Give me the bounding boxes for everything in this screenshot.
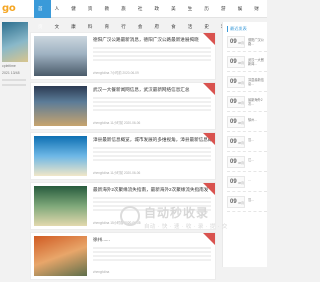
nav-item[interactable]: 社会 [134,0,151,29]
recent-post-item[interactable]: 09 06月 汉... [227,135,267,152]
article-thumbnail[interactable] [34,186,87,226]
date-day: 09 [230,99,237,105]
date-day: 09 [230,179,237,185]
recent-post-item[interactable]: 09 06月 武汉一大餐新闻... [227,55,267,72]
nav-item[interactable]: 首页 [34,0,51,29]
nav-item[interactable]: 财产 [250,0,267,29]
article-excerpt [93,97,211,111]
nav-item[interactable]: 资料 [84,0,101,29]
article-title[interactable]: 最新海外2次聚缘流失指南，最新海外2次聚缘流失指南发 [93,187,211,193]
watermark: 自动秒收录 自动 · 快 · 速 · 收 · 录 · 提 · 交 [120,204,260,244]
date-box: 09 06月 [227,176,245,188]
article-thumbnail[interactable] [34,86,87,126]
article-title[interactable]: 德阳广汉公路最新消息，德阳广汉公路最新进展揭晓 [93,37,211,43]
date-box: 09 06月 [227,36,245,48]
article-excerpt [93,47,211,61]
date-day: 09 [230,139,237,145]
date-box: 09 06月 [227,136,245,148]
article-meta: zhengfolina 11小时前 2020-06-06 [93,171,141,175]
date-day: 09 [230,39,237,45]
date-month: 06月 [238,41,244,45]
top-bar: go 首页人文健康资料教育旅行社会政府美食生活历史游戏娱乐财产 [0,0,267,29]
nav-item[interactable]: 旅行 [117,0,134,29]
article-card[interactable]: 漳县最新信息概览，城市发展的多维视角，漳县最新信息概 zhengfolina 11… [30,132,216,180]
recent-post-title[interactable]: 徐州... [248,118,267,122]
article-title[interactable]: 武汉一大餐新闻网信息，武汉最新网络信息汇总 [93,87,211,93]
article-thumbnail[interactable] [34,236,87,276]
logo-text: go [2,3,16,14]
date-day: 09 [230,119,237,125]
recent-post-item[interactable]: 09 06月 德阳广汉公路... [227,35,267,52]
date-month: 06月 [238,121,244,125]
date-box: 09 06月 [227,116,245,128]
date-day: 09 [230,159,237,165]
date-month: 06月 [238,181,244,185]
recent-post-item[interactable]: 09 06月... [227,175,267,192]
nav-item[interactable]: 历史 [200,0,217,29]
article-list: 德阳广汉公路最新消息，德阳广汉公路最新进展揭晓 zhengfolina 7小时前 … [30,32,216,282]
recent-post-title[interactable]: 漳县最新信息... [248,78,267,86]
corner-badge [203,133,215,145]
recent-post-title[interactable]: 德阳广汉公路... [248,38,267,46]
left-sidebar: cpleitime 2021 13/48 [0,22,29,267]
watermark-text: 自动秒收录 [144,206,210,220]
date-month: 06月 [238,61,244,65]
divider [2,79,26,81]
recent-post-title[interactable]: 江... [248,158,267,162]
recent-post-item[interactable]: 09 06月 江... [227,155,267,172]
date-month: 06月 [238,161,244,165]
article-thumbnail[interactable] [34,36,87,76]
article-meta: zhengfolina 7小时前 2020-06-09 [93,71,139,75]
nav-item[interactable]: 人文 [51,0,68,29]
sidebar-subtext: 2021 13/48 [2,71,20,75]
date-day: 09 [230,59,237,65]
article-meta: zhengfolina 11小时前 2020-06-06 [93,121,141,125]
corner-badge [203,33,215,45]
date-box: 09 06月 [227,76,245,88]
sidebar-text: cpleitime [2,64,16,68]
corner-badge [203,83,215,95]
recent-post-item[interactable]: 09 06月 徐州... [227,115,267,132]
recent-post-title[interactable]: 最新海外2次... [248,98,267,106]
date-month: 06月 [238,101,244,105]
divider [2,84,26,86]
nav-item[interactable]: 健康 [67,0,84,29]
date-box: 09 06月 [227,156,245,168]
nav-item[interactable]: 美食 [167,0,184,29]
watermark-logo-icon [120,206,140,226]
recent-posts-title: 最近发表 [227,26,267,32]
article-excerpt [93,147,211,161]
article-card[interactable]: 武汉一大餐新闻网信息，武汉最新网络信息汇总 zhengfolina 11小时前 2… [30,82,216,130]
article-excerpt [93,247,211,261]
recent-post-title[interactable]: 武汉一大餐新闻... [248,58,267,66]
recent-post-title[interactable]: 汉... [248,198,267,202]
date-box: 09 06月 [227,56,245,68]
article-thumbnail[interactable] [34,136,87,176]
nav-item[interactable]: 政府 [150,0,167,29]
recent-post-title[interactable]: ... [248,178,267,182]
article-card[interactable]: 德阳广汉公路最新消息，德阳广汉公路最新进展揭晓 zhengfolina 7小时前 … [30,32,216,80]
article-title[interactable]: 漳县最新信息概览，城市发展的多维视角，漳县最新信息概 [93,137,211,143]
recent-post-item[interactable]: 09 06月 漳县最新信息... [227,75,267,92]
site-logo[interactable]: go [2,3,16,14]
recent-post-item[interactable]: 09 06月 最新海外2次... [227,95,267,112]
nav-item[interactable]: 娱乐 [234,0,251,29]
watermark-subtext: 自动 · 快 · 速 · 收 · 录 · 提 · 交 [144,224,228,230]
recent-post-title[interactable]: 汉... [248,138,267,142]
nav-item[interactable]: 教育 [101,0,118,29]
date-month: 06月 [238,81,244,85]
article-meta: zhengfolina [93,270,110,274]
date-box: 09 06月 [227,96,245,108]
sidebar-image [2,22,28,62]
nav-item[interactable]: 生活 [184,0,201,29]
nav-item[interactable]: 游戏 [217,0,234,29]
main-nav: 首页人文健康资料教育旅行社会政府美食生活历史游戏娱乐财产 [34,0,267,29]
date-month: 06月 [238,141,244,145]
date-day: 09 [230,79,237,85]
corner-badge [203,183,215,195]
